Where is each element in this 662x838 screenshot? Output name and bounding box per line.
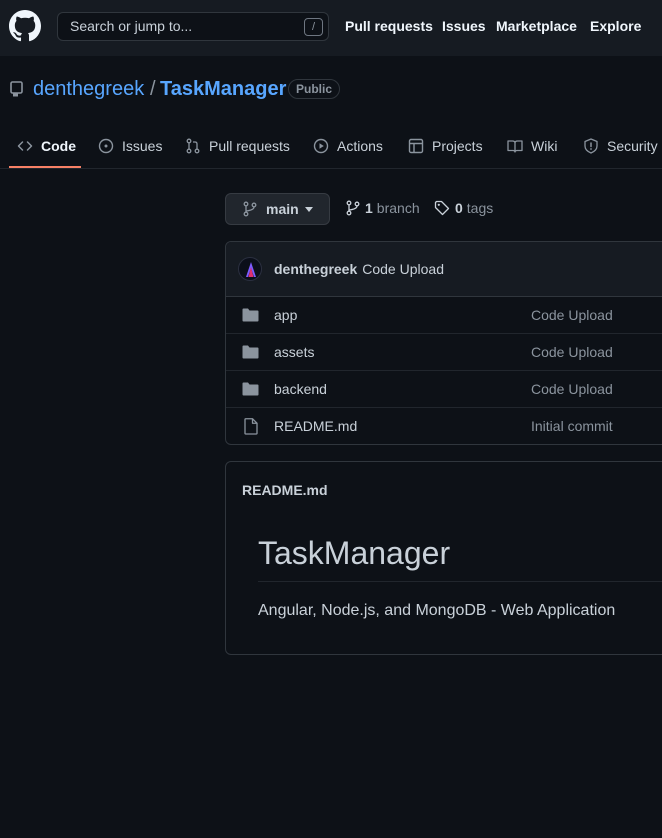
tag-count: 0 xyxy=(455,200,463,216)
folder-icon xyxy=(242,308,259,322)
tab-wiki[interactable]: Wiki xyxy=(507,136,557,156)
folder-icon xyxy=(242,382,259,396)
tab-actions-label: Actions xyxy=(337,138,383,154)
nav-explore[interactable]: Explore xyxy=(590,18,641,34)
file-icon xyxy=(244,418,258,435)
current-branch-name: main xyxy=(266,201,299,217)
search-input[interactable]: Search or jump to... / xyxy=(57,12,329,41)
tabs-divider xyxy=(0,168,662,169)
git-branch-icon xyxy=(243,201,257,217)
readme-filename[interactable]: README.md xyxy=(242,482,328,498)
file-name[interactable]: assets xyxy=(274,344,314,360)
repo-name-link[interactable]: TaskManager xyxy=(160,78,286,101)
file-row[interactable]: backend Code Upload xyxy=(226,371,662,408)
tab-security-label: Security xyxy=(607,138,658,154)
chevron-down-icon xyxy=(304,206,313,212)
tab-projects[interactable]: Projects xyxy=(408,136,483,156)
issue-icon xyxy=(98,138,114,154)
file-name[interactable]: backend xyxy=(274,381,327,397)
folder-icon xyxy=(242,345,259,359)
search-placeholder: Search or jump to... xyxy=(70,18,193,34)
nav-marketplace[interactable]: Marketplace xyxy=(496,18,577,34)
pull-request-icon xyxy=(186,138,200,154)
branch-select-button[interactable]: main xyxy=(225,193,330,225)
shield-icon xyxy=(584,138,598,154)
github-logo-icon[interactable] xyxy=(9,10,41,42)
repo-icon xyxy=(10,81,23,97)
tab-pull-requests[interactable]: Pull requests xyxy=(185,136,290,156)
table-icon xyxy=(408,138,424,154)
file-row[interactable]: app Code Upload xyxy=(226,297,662,334)
commit-author[interactable]: denthegreek xyxy=(274,261,357,277)
global-header: Search or jump to... / Pull requests Iss… xyxy=(0,0,662,56)
tab-pull-requests-label: Pull requests xyxy=(209,138,290,154)
search-shortcut-key: / xyxy=(304,18,323,36)
tab-projects-label: Projects xyxy=(432,138,483,154)
file-commit-message[interactable]: Code Upload xyxy=(531,381,613,397)
tab-actions[interactable]: Actions xyxy=(313,136,383,156)
tag-count-label: tags xyxy=(466,200,494,216)
branch-count-label: branch xyxy=(376,200,420,216)
commit-message[interactable]: Code Upload xyxy=(362,261,444,277)
branches-link[interactable]: 1 branch xyxy=(346,200,420,216)
tag-icon xyxy=(434,200,450,216)
file-name[interactable]: README.md xyxy=(274,418,357,434)
repo-path-separator: / xyxy=(150,78,156,100)
file-commit-message[interactable]: Code Upload xyxy=(531,344,613,360)
tab-issues[interactable]: Issues xyxy=(98,136,162,156)
tab-wiki-label: Wiki xyxy=(531,138,558,154)
latest-commit-bar: denthegreek Code Upload xyxy=(226,242,662,297)
tab-security[interactable]: Security xyxy=(583,136,658,156)
file-name[interactable]: app xyxy=(274,307,297,323)
tags-link[interactable]: 0 tags xyxy=(434,200,493,216)
tab-issues-label: Issues xyxy=(122,138,163,154)
readme-title: TaskManager xyxy=(258,535,451,571)
repo-owner-link[interactable]: denthegreek xyxy=(33,78,144,101)
file-row[interactable]: assets Code Upload xyxy=(226,334,662,371)
play-icon xyxy=(313,138,329,154)
tab-code-label: Code xyxy=(41,138,76,154)
file-commit-message[interactable]: Initial commit xyxy=(531,418,613,434)
file-commit-message[interactable]: Code Upload xyxy=(531,307,613,323)
file-browser: denthegreek Code Upload app Code Upload … xyxy=(225,241,662,445)
visibility-badge: Public xyxy=(288,79,341,99)
book-icon xyxy=(507,140,523,153)
avatar-image xyxy=(246,262,256,277)
git-branch-icon xyxy=(346,200,360,216)
readme-title-divider xyxy=(258,581,662,582)
nav-pull-requests[interactable]: Pull requests xyxy=(345,18,433,34)
tab-code[interactable]: Code xyxy=(17,136,76,156)
file-row[interactable]: README.md Initial commit xyxy=(226,408,662,444)
nav-issues[interactable]: Issues xyxy=(442,18,486,34)
readme-panel: README.md TaskManager Angular, Node.js, … xyxy=(225,461,662,655)
branch-count: 1 xyxy=(365,200,373,216)
code-icon xyxy=(17,141,33,151)
readme-description: Angular, Node.js, and MongoDB - Web Appl… xyxy=(258,602,616,619)
avatar[interactable] xyxy=(238,257,262,281)
